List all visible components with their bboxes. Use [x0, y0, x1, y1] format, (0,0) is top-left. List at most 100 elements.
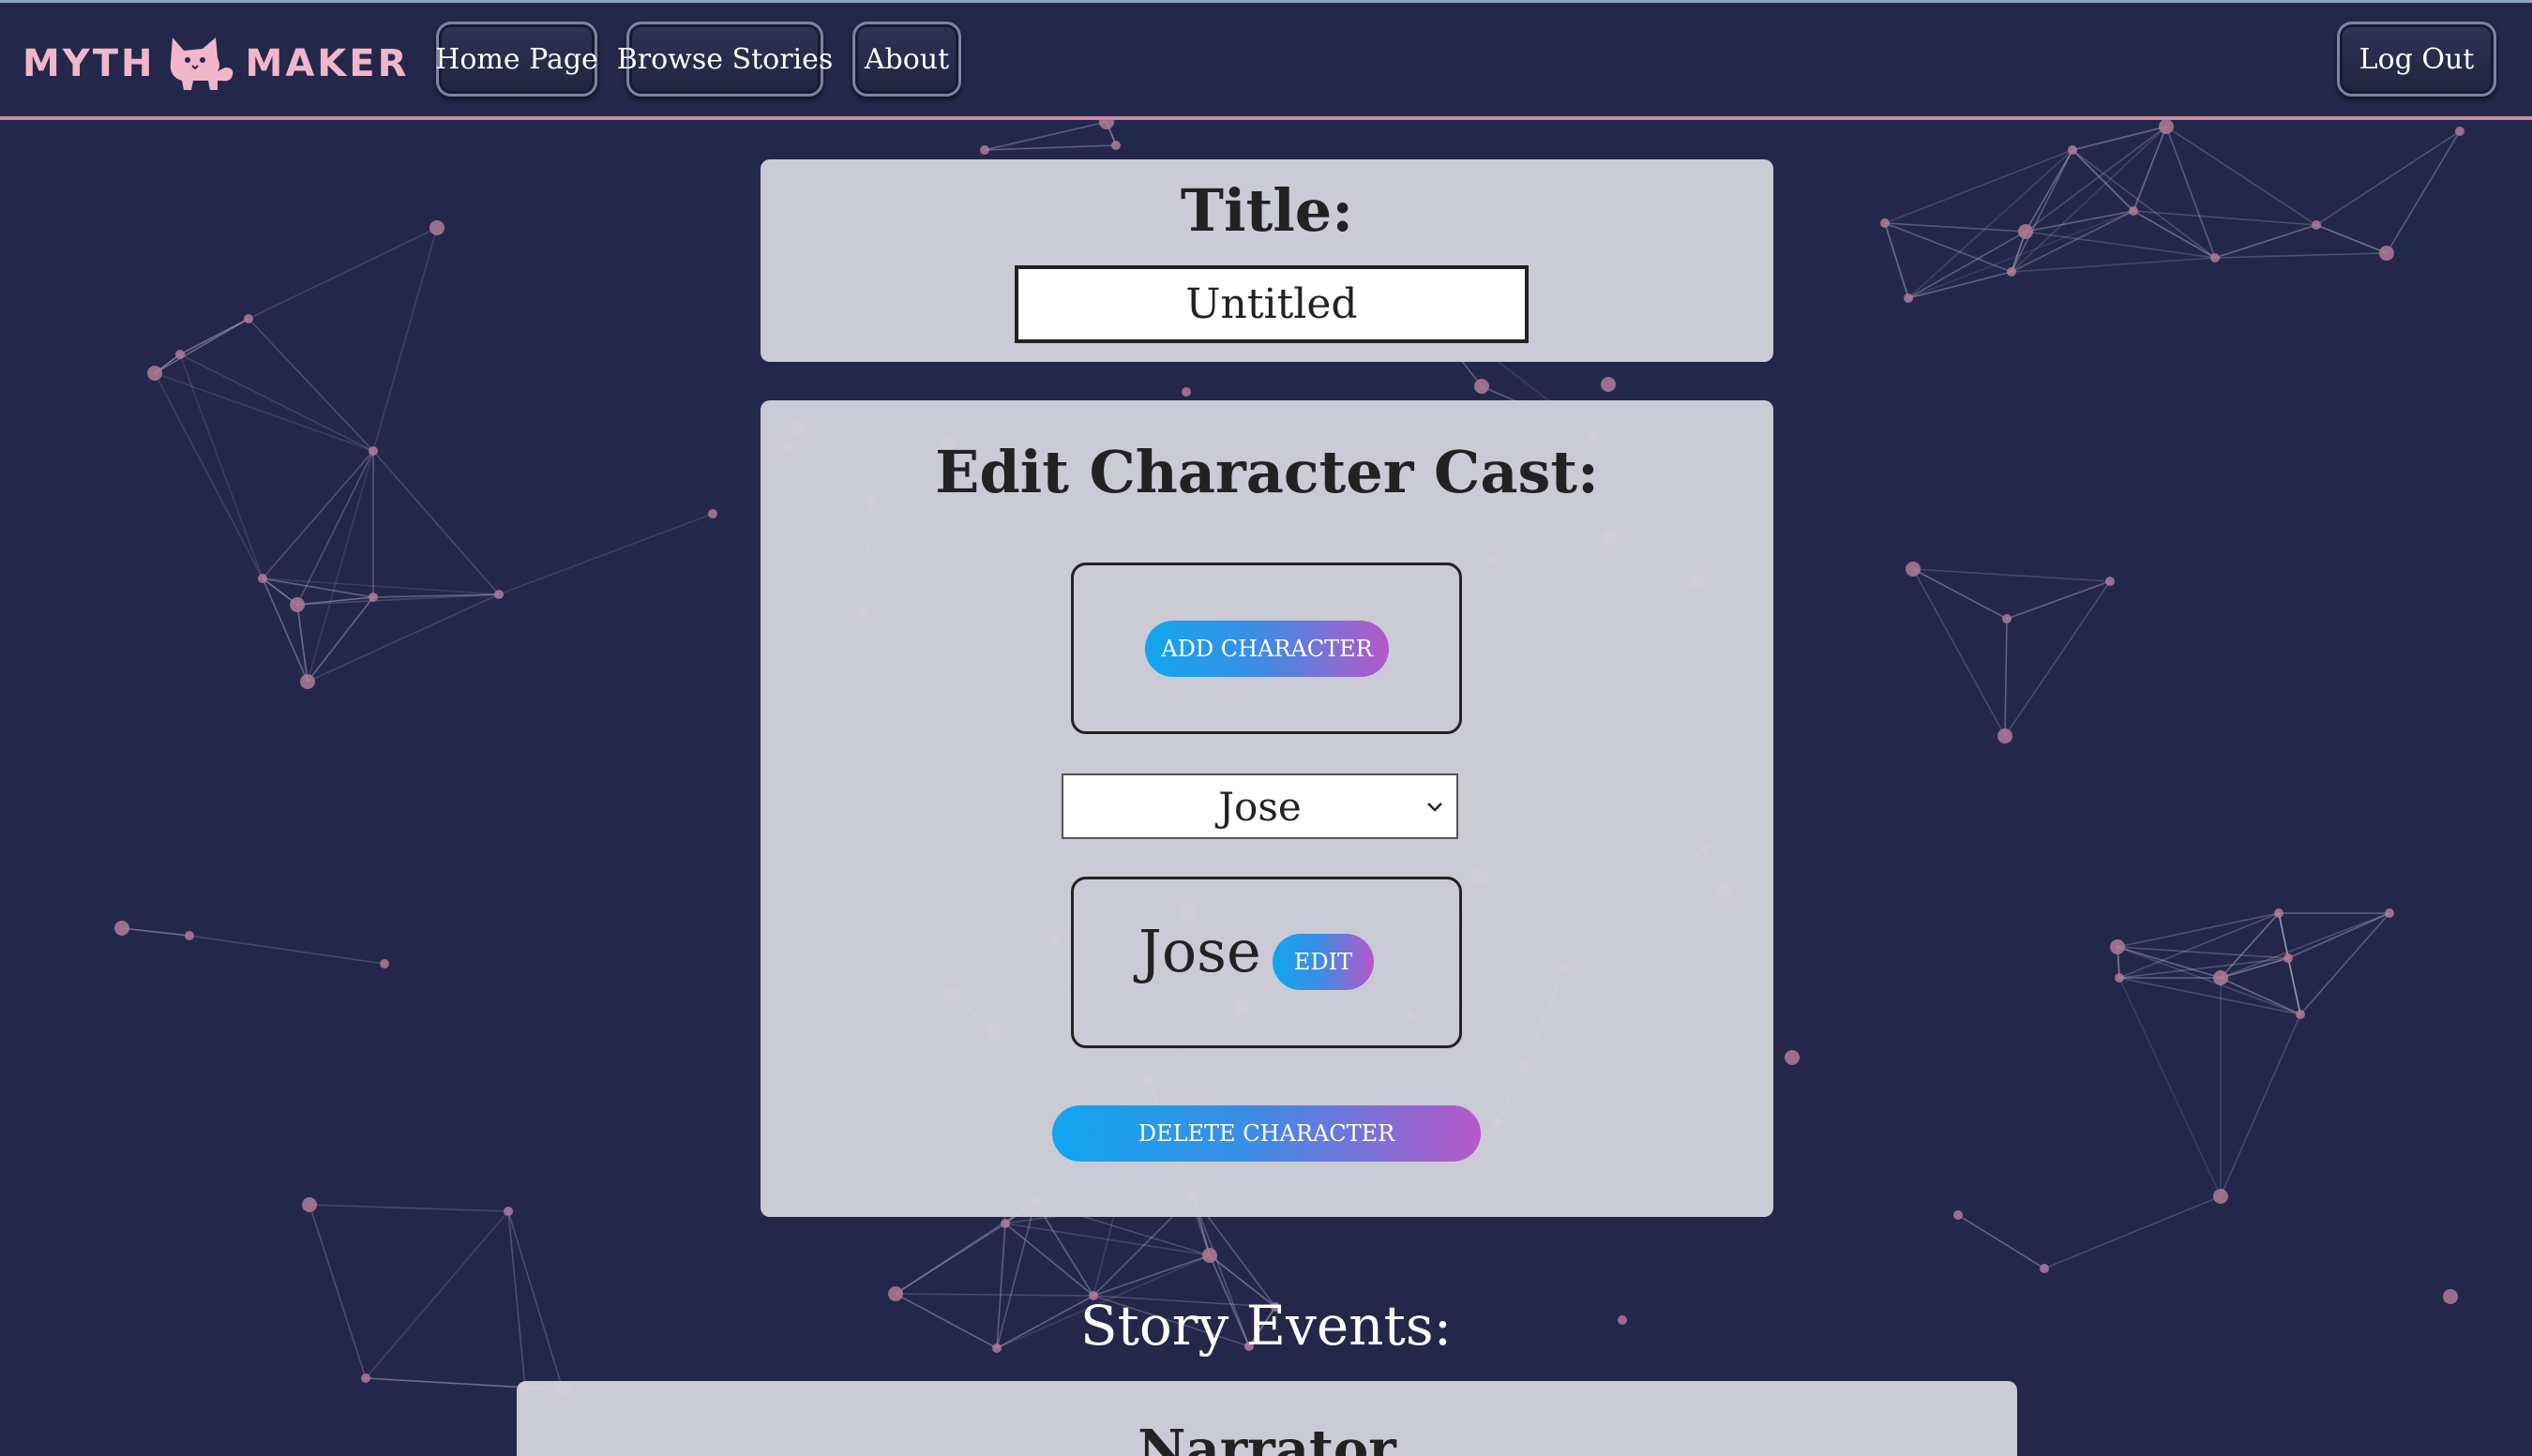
story-event-panel: Narrator — [517, 1381, 2017, 1456]
network-node — [244, 314, 253, 323]
network-node — [2105, 577, 2115, 586]
network-link — [1884, 222, 1909, 299]
network-node — [1182, 387, 1191, 397]
network-node — [2018, 224, 2033, 239]
network-link — [309, 1204, 509, 1212]
network-link — [2220, 1013, 2301, 1197]
network-link — [2165, 126, 2216, 259]
character-name: Jose — [1138, 917, 1261, 985]
network-link — [2011, 126, 2167, 273]
network-link — [365, 1377, 526, 1388]
network-node — [361, 1373, 370, 1383]
delete-character-button[interactable]: DELETE CHARACTER — [1052, 1105, 1481, 1162]
story-events-heading: Story Events: — [1079, 1294, 1453, 1358]
network-node — [494, 590, 504, 599]
network-link — [262, 450, 374, 579]
network-link — [262, 578, 374, 598]
network-node — [1601, 377, 1616, 392]
network-node — [114, 921, 129, 936]
network-link — [2315, 224, 2388, 254]
network-node — [258, 574, 267, 583]
network-link — [248, 318, 374, 452]
network-node — [290, 597, 305, 612]
character-select-value: Jose — [1218, 783, 1302, 830]
network-link — [2287, 912, 2390, 959]
network-node — [185, 931, 194, 940]
logout-button[interactable]: Log Out — [2337, 22, 2496, 97]
network-node — [1880, 218, 1890, 228]
network-node — [175, 350, 185, 359]
nav-about-button[interactable]: About — [852, 22, 961, 97]
network-node — [2213, 970, 2228, 985]
logo[interactable]: MYTH MAKER — [23, 31, 409, 97]
network-link — [1907, 149, 2073, 299]
edit-character-button[interactable]: EDIT — [1273, 934, 1374, 990]
network-node — [708, 509, 717, 518]
network-node — [2210, 253, 2220, 263]
network-link — [307, 593, 500, 683]
network-link — [1884, 222, 2012, 273]
network-link — [2133, 210, 2216, 259]
network-link — [2004, 618, 2008, 737]
network-node — [2455, 127, 2464, 136]
network-link — [179, 353, 264, 579]
cat-icon — [170, 38, 233, 90]
network-node — [2296, 1010, 2305, 1019]
network-link — [262, 578, 500, 595]
network-link — [2117, 946, 2222, 979]
title-input[interactable] — [1015, 265, 1529, 343]
nav-browse-stories-button[interactable]: Browse Stories — [617, 22, 833, 97]
logo-text-maker: MAKER — [245, 42, 410, 85]
network-link — [2133, 210, 2317, 226]
navbar-divider — [0, 116, 2532, 120]
network-link — [188, 935, 385, 965]
network-link — [2011, 257, 2216, 273]
network-node — [980, 145, 989, 155]
network-node — [1953, 1210, 1963, 1220]
network-node — [2213, 1189, 2228, 1204]
character-select[interactable]: Jose — [1062, 773, 1458, 839]
network-node — [2159, 119, 2174, 134]
network-link — [1912, 568, 2111, 582]
logo-text-myth: MYTH — [23, 42, 156, 85]
network-node — [430, 220, 445, 235]
add-character-button[interactable]: ADD CHARACTER — [1145, 621, 1389, 677]
network-node — [2312, 220, 2321, 230]
network-node — [1202, 1248, 1217, 1263]
network-link — [2214, 224, 2317, 259]
network-link — [2117, 912, 2280, 948]
network-link — [895, 1223, 1006, 1295]
network-link — [154, 372, 374, 452]
network-node — [2002, 614, 2012, 623]
network-node — [1997, 728, 2012, 743]
network-node — [1001, 1219, 1010, 1228]
network-link — [1957, 1214, 2045, 1269]
network-node — [2129, 206, 2138, 216]
event-speaker-heading: Narrator — [1138, 1418, 1396, 1456]
network-link — [2006, 580, 2111, 620]
network-link — [2118, 977, 2222, 1197]
network-node — [2379, 246, 2394, 261]
network-link — [248, 227, 438, 320]
network-link — [121, 927, 190, 937]
network-node — [2385, 908, 2394, 918]
chevron-down-icon — [1427, 803, 1442, 812]
title-heading: Title: — [1180, 176, 1354, 245]
network-node — [2283, 953, 2293, 963]
network-link — [2287, 957, 2301, 1015]
network-node — [1906, 562, 1921, 577]
network-link — [2011, 149, 2073, 273]
cast-heading: Edit Character Cast: — [935, 438, 1599, 506]
network-link — [1093, 1254, 1211, 1297]
network-link — [2043, 1195, 2222, 1269]
network-link — [1884, 149, 2073, 224]
network-node — [2274, 908, 2283, 918]
network-node — [504, 1207, 513, 1216]
network-link — [2220, 912, 2390, 979]
network-link — [2220, 957, 2289, 979]
nav-home-button[interactable]: Home Page — [435, 22, 598, 97]
network-link — [498, 513, 714, 595]
network-link — [2315, 130, 2461, 226]
network-link — [2220, 977, 2301, 1015]
network-link — [2386, 130, 2461, 254]
